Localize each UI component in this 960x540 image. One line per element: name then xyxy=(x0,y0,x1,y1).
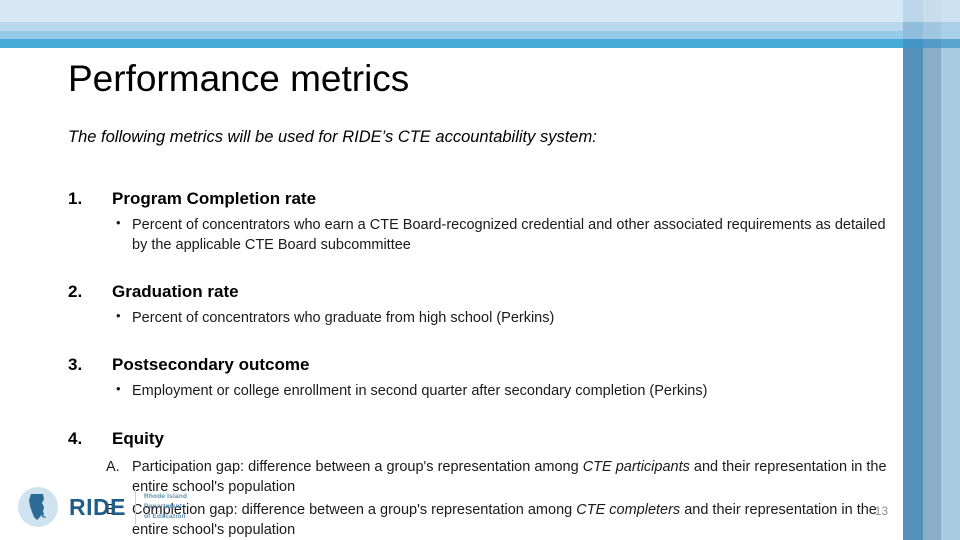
sub-item-label: A. xyxy=(106,458,120,475)
ride-logo: RIDE Rhode Island Department of Educatio… xyxy=(18,486,187,528)
rhode-island-state-icon xyxy=(18,487,58,527)
metric-item-1: 1. Program Completion rate Percent of co… xyxy=(68,188,888,255)
metric-number: 2. xyxy=(68,281,83,301)
logo-subtext-line2: Department xyxy=(143,503,183,511)
header-band-mid xyxy=(0,31,960,39)
logo-subtext-line3: of Education xyxy=(143,512,186,520)
right-bar-header-overlay-pale xyxy=(903,0,960,22)
metric-number: 3. xyxy=(68,354,83,374)
metric-sub-item-a: A. Participation gap: difference between … xyxy=(106,457,888,498)
metric-heading: 3. Postsecondary outcome xyxy=(68,354,888,377)
metric-bullet: Percent of concentrators who graduate fr… xyxy=(114,307,888,328)
header-band-pale xyxy=(0,0,960,22)
metric-number: 1. xyxy=(68,189,83,208)
metric-title: Equity xyxy=(112,428,164,448)
metric-bullet: Employment or college enrollment in seco… xyxy=(114,380,888,401)
metric-bullet-list: Percent of concentrators who graduate fr… xyxy=(68,307,888,328)
metric-sub-item-b: B. Completion gap: difference between a g… xyxy=(106,500,888,540)
slide: Performance metrics The following metric… xyxy=(0,0,960,540)
ride-wordmark: RIDE xyxy=(69,493,126,520)
metric-item-4: 4. Equity A. Participation gap: differenc… xyxy=(68,428,888,540)
header-band-accent xyxy=(0,39,960,48)
metric-bullet-list: Percent of concentrators who earn a CTE … xyxy=(68,214,888,255)
metric-bullet: Percent of concentrators who earn a CTE … xyxy=(114,214,888,255)
metric-sub-list: A. Participation gap: difference between … xyxy=(68,457,888,540)
right-accent-bar-mid xyxy=(923,0,941,540)
sub-item-emphasis: CTE participants xyxy=(582,458,690,475)
metric-heading: 1. Program Completion rate xyxy=(68,188,888,211)
right-accent-bar-light xyxy=(941,0,960,540)
metric-heading: 2. Graduation rate xyxy=(68,281,888,304)
logo-subtext-line1: Rhode Island xyxy=(143,493,188,501)
header-band-light xyxy=(0,22,960,31)
page-subtitle: The following metrics will be used for R… xyxy=(68,128,597,146)
metric-heading: 4. Equity xyxy=(68,428,888,451)
right-bar-header-overlay-accent xyxy=(903,39,960,48)
metric-bullet-list: Employment or college enrollment in seco… xyxy=(68,380,888,401)
logo-subtext: Rhode Island Department of Education xyxy=(144,492,187,521)
right-accent-bar-dark xyxy=(903,0,923,540)
metric-item-2: 2. Graduation rate Percent of concentrat… xyxy=(68,281,888,328)
header-band-white xyxy=(0,48,960,52)
logo-divider xyxy=(134,490,136,524)
rhode-island-outline-icon xyxy=(29,494,47,520)
metrics-list: 1. Program Completion rate Percent of co… xyxy=(68,188,888,540)
page-title: Performance metrics xyxy=(68,58,410,99)
metric-title: Graduation rate xyxy=(112,281,239,301)
metric-title: Postsecondary outcome xyxy=(112,354,310,374)
metric-item-3: 3. Postsecondary outcome Employment or c… xyxy=(68,354,888,401)
metric-number: 4. xyxy=(68,428,83,448)
right-bar-header-overlay-light xyxy=(903,22,960,39)
metric-title: Program Completion rate xyxy=(112,189,317,208)
sub-item-text-before: Completion gap: difference between a gro… xyxy=(132,501,577,518)
sub-item-emphasis: CTE completers xyxy=(576,501,681,518)
sub-item-text-before: Participation gap: difference between a … xyxy=(132,458,583,475)
page-number: 13 xyxy=(874,504,888,518)
